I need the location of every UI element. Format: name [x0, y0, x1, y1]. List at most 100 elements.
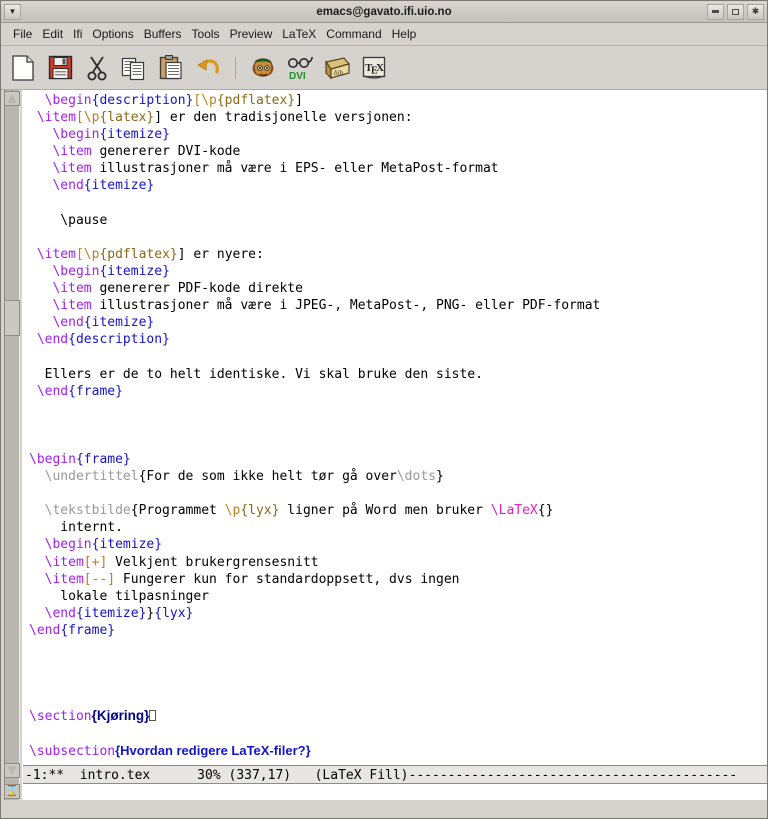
buffer-line[interactable]: \end{frame}: [29, 622, 767, 639]
menu-item-ifi[interactable]: Ifi: [68, 26, 87, 42]
title-bar[interactable]: ▼ emacs@gavato.ifi.uio.no ✱: [1, 1, 767, 23]
menu-item-edit[interactable]: Edit: [37, 26, 68, 42]
buffer-line[interactable]: \end{itemize}}{lyx}: [29, 605, 767, 622]
maximize-button[interactable]: [727, 3, 744, 20]
menu-item-file[interactable]: File: [8, 26, 37, 42]
buffer-line[interactable]: [29, 656, 767, 673]
buffer-line[interactable]: \end{frame}: [29, 383, 767, 400]
bibtex-button[interactable]: bib: [323, 53, 351, 83]
save-button[interactable]: [46, 53, 74, 83]
buffer-line[interactable]: internt.: [29, 519, 767, 536]
buffer-line[interactable]: [29, 229, 767, 246]
scroll-up-arrow-icon: [7, 94, 17, 103]
new-file-icon: [12, 54, 34, 81]
save-icon: [48, 55, 72, 80]
buffer-line[interactable]: \item illustrasjoner må være i JPEG-, Me…: [29, 297, 767, 314]
plain-text: [29, 572, 45, 587]
buffer-line[interactable]: \subsection{Hvordan redigere LaTeX-filer…: [29, 742, 767, 759]
buffer-line[interactable]: \tekstbilde{Programmet \p{lyx} ligner på…: [29, 502, 767, 519]
buffer-line[interactable]: \undertittel{For de som ikke helt tør gå…: [29, 468, 767, 485]
tex-docs-button[interactable]: T E X: [360, 53, 388, 83]
buffer-line[interactable]: \item[\p{pdflatex}] er nyere:: [29, 246, 767, 263]
buffer-line[interactable]: [29, 417, 767, 434]
buffer-line[interactable]: \begin{description}[\p{pdflatex}]: [29, 92, 767, 109]
buffer-line[interactable]: [29, 434, 767, 451]
scroll-up-button[interactable]: [4, 91, 20, 106]
syntax-k: \item: [52, 144, 92, 160]
buffer-line[interactable]: \pause: [29, 212, 767, 229]
minimize-button[interactable]: [707, 3, 724, 20]
buffer-line[interactable]: [29, 485, 767, 502]
scrollbar-thumb[interactable]: [4, 300, 20, 336]
tool-bar: DVI bib T E X: [1, 46, 767, 90]
menu-item-buffers[interactable]: Buffers: [139, 26, 187, 42]
plain-text: [29, 161, 52, 176]
buffer-line[interactable]: \begin{frame}: [29, 451, 767, 468]
buffer-line[interactable]: \end{description}: [29, 331, 767, 348]
syntax-o: [--]: [83, 571, 116, 587]
buffer-line[interactable]: \item[--] Fungerer kun for standardoppse…: [29, 571, 767, 588]
new-file-button[interactable]: [9, 53, 37, 83]
buffer-line[interactable]: [29, 639, 767, 656]
buffer-line[interactable]: lokale tilpasninger: [29, 588, 767, 605]
plain-text: {Programmet: [130, 503, 225, 519]
buffer-text[interactable]: \begin{description}[\p{pdflatex}] \item[…: [23, 90, 767, 765]
scroll-down-button[interactable]: [4, 763, 20, 778]
menu-item-preview[interactable]: Preview: [225, 26, 278, 42]
buffer-line[interactable]: \item[\p{latex}] er den tradisjonelle ve…: [29, 109, 767, 126]
close-button[interactable]: ✱: [747, 3, 764, 20]
undo-button[interactable]: [194, 53, 222, 83]
syntax-b: {description}: [68, 332, 170, 348]
syntax-b: {itemize}: [99, 127, 170, 143]
view-dvi-button[interactable]: DVI: [286, 53, 314, 83]
maximize-icon: [732, 8, 739, 15]
minibuffer[interactable]: [23, 784, 767, 800]
syntax-b: {itemize}: [99, 263, 170, 279]
menu-bar: File Edit Ifi Options Buffers Tools Prev…: [1, 23, 767, 46]
tex-book-icon: T E X: [362, 56, 385, 79]
syntax-k: \end: [44, 605, 76, 621]
paste-button[interactable]: [157, 53, 185, 83]
buffer-line[interactable]: \item[+] Velkjent brukergrensesnitt: [29, 554, 767, 571]
menu-item-options[interactable]: Options: [87, 26, 138, 42]
plain-text: illustrasjoner må være i EPS- eller Meta…: [91, 161, 499, 177]
plain-text: ] er den tradisjonelle versjonen:: [154, 110, 413, 126]
buffer-line[interactable]: [29, 724, 767, 741]
menu-item-command[interactable]: Command: [321, 26, 386, 42]
menu-item-latex[interactable]: LaTeX: [277, 26, 321, 42]
buffer-line[interactable]: \begin{itemize}: [29, 536, 767, 553]
buffer-line[interactable]: \section{Kjøring}: [29, 707, 767, 724]
vertical-scrollbar[interactable]: ⌛: [1, 90, 23, 800]
buffer-line[interactable]: \item genererer PDF-kode direkte: [29, 280, 767, 297]
syntax-k: \item: [44, 554, 84, 570]
scroll-status-box[interactable]: ⌛: [4, 784, 20, 799]
plain-text: [29, 144, 52, 159]
buffer-line[interactable]: [29, 195, 767, 212]
cut-button[interactable]: [83, 53, 111, 83]
buffer-line[interactable]: \item genererer DVI-kode: [29, 143, 767, 160]
buffer-line[interactable]: [29, 348, 767, 365]
buffer-line[interactable]: \end{itemize}: [29, 177, 767, 194]
syntax-b: {itemize}: [83, 315, 155, 331]
syntax-head2: {Hvordan redigere LaTeX-filer?}: [115, 742, 311, 758]
menu-item-tools[interactable]: Tools: [187, 26, 225, 42]
buffer-line[interactable]: [29, 400, 767, 417]
buffer-line[interactable]: Ellers er de to helt identiske. Vi skal …: [29, 366, 767, 383]
syntax-k: \item: [52, 298, 92, 314]
buffer-line[interactable]: [29, 673, 767, 690]
buffer-line[interactable]: \item illustrasjoner må være i EPS- elle…: [29, 160, 767, 177]
menu-item-help[interactable]: Help: [387, 26, 422, 42]
plain-text: lokale tilpasninger: [29, 588, 210, 604]
window-menu-button[interactable]: ▼: [4, 3, 21, 20]
plain-text: Fungerer kun for standardoppsett, dvs in…: [115, 571, 460, 587]
buffer-line[interactable]: [29, 690, 767, 707]
syntax-k: \item: [52, 161, 92, 177]
buffer-line[interactable]: \begin{itemize}: [29, 126, 767, 143]
editor-window[interactable]: \begin{description}[\p{pdflatex}] \item[…: [23, 90, 767, 800]
plain-text: genererer DVI-kode: [91, 144, 241, 160]
latex-compile-button[interactable]: [249, 53, 277, 83]
copy-button[interactable]: [120, 53, 148, 83]
buffer-line[interactable]: \begin{itemize}: [29, 263, 767, 280]
buffer-line[interactable]: \end{itemize}: [29, 314, 767, 331]
scrollbar-trough[interactable]: [4, 90, 20, 800]
